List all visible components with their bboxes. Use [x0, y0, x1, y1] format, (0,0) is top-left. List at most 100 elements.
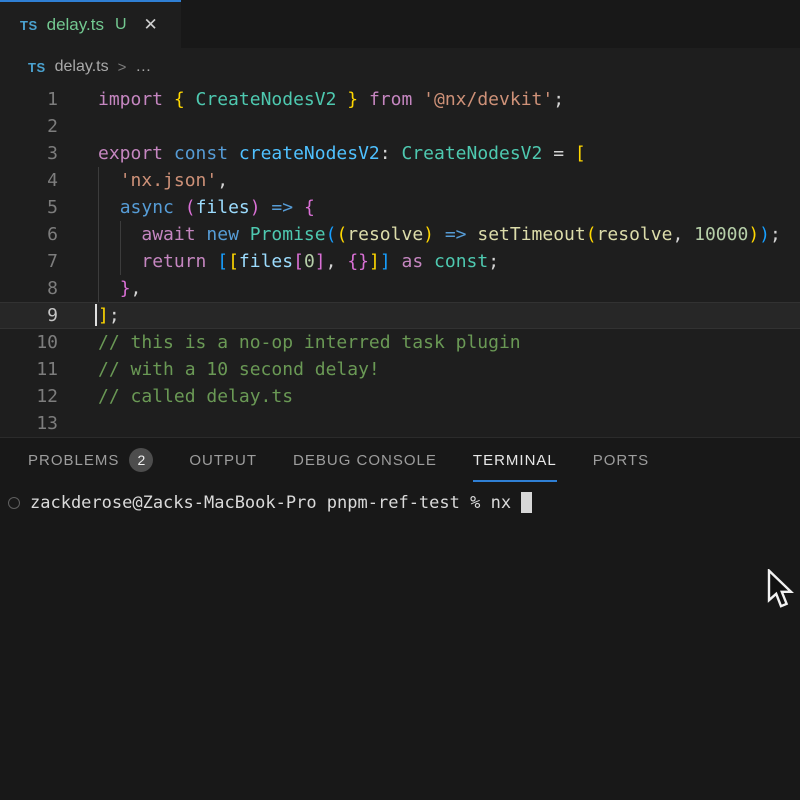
chevron-right-icon: > [118, 59, 127, 76]
code-token: 'nx.json' [120, 170, 218, 191]
line-content: 'nx.json', [98, 167, 800, 194]
code-token: [ [217, 251, 228, 272]
code-line[interactable]: 1 import { CreateNodesV2 } from '@nx/devk… [0, 86, 800, 113]
editor[interactable]: 1 import { CreateNodesV2 } from '@nx/devk… [0, 86, 800, 437]
panel-tab-bar: PROBLEMS 2 OUTPUT DEBUG CONSOLE TERMINAL PORT… [0, 438, 800, 482]
breadcrumb: TS delay.ts > … [0, 48, 800, 86]
code-token: [ [228, 251, 239, 272]
code-token: , [326, 251, 348, 272]
panel-tab-label: DEBUG CONSOLE [293, 452, 437, 469]
panel: PROBLEMS 2 OUTPUT DEBUG CONSOLE TERMINAL PORT… [0, 437, 800, 800]
code-token: ) [759, 224, 770, 245]
code-token: '@nx/devkit' [423, 89, 553, 110]
line-content [98, 113, 800, 140]
line-content: // with a 10 second delay! [98, 356, 800, 383]
code-token: } [336, 89, 358, 110]
code-token: ; [770, 224, 781, 245]
code-token: { [174, 89, 196, 110]
line-content: // this is a no-op interred task plugin [98, 329, 800, 356]
line-number: 11 [0, 356, 58, 383]
code-line[interactable]: 6 await new Promise((resolve) => setTime… [0, 221, 800, 248]
code-token: return [141, 251, 217, 272]
line-content: await new Promise((resolve) => setTimeou… [98, 221, 800, 248]
typescript-file-icon: TS [28, 60, 46, 75]
code-line[interactable]: 7 return [[files[0], {}]] as const; [0, 248, 800, 275]
panel-tab-label: OUTPUT [189, 452, 257, 469]
code-token: {} [347, 251, 369, 272]
panel-tab-terminal[interactable]: TERMINAL [473, 438, 557, 482]
code-line[interactable]: 2 [0, 113, 800, 140]
code-line[interactable]: 12// called delay.ts [0, 383, 800, 410]
code-token: , [131, 278, 142, 299]
code-token: } [120, 278, 131, 299]
code-line[interactable]: 4 'nx.json', [0, 167, 800, 194]
code-token: const [174, 143, 239, 164]
code-line[interactable]: 13 [0, 410, 800, 437]
code-token: ( [336, 224, 347, 245]
code-token: : [380, 143, 402, 164]
panel-tab-debug-console[interactable]: DEBUG CONSOLE [293, 438, 437, 482]
editor-tab-bar: TS delay.ts U ✕ [0, 0, 800, 48]
indent-guide [98, 221, 99, 248]
code-token: { [304, 197, 315, 218]
code-token: => [434, 224, 477, 245]
line-content [98, 410, 800, 437]
code-token: Promise [250, 224, 326, 245]
code-line[interactable]: 10 // this is a no-op interred task plugi… [0, 329, 800, 356]
panel-tab-label: PROBLEMS [28, 452, 119, 469]
code-token: , [672, 224, 694, 245]
panel-tab-ports[interactable]: PORTS [593, 438, 649, 482]
panel-tab-label: TERMINAL [473, 452, 557, 469]
code-token [98, 197, 120, 218]
code-line[interactable]: 3 export const createNodesV2: CreateNodes… [0, 140, 800, 167]
close-icon[interactable]: ✕ [144, 15, 158, 35]
code-token: resolve [597, 224, 673, 245]
line-number: 3 [0, 140, 58, 167]
code-token: 0 [304, 251, 315, 272]
indent-guide [120, 221, 121, 248]
line-content: async (files) => { [98, 194, 800, 221]
editor-cursor [95, 304, 97, 326]
code-token: await [141, 224, 206, 245]
panel-tab-label: PORTS [593, 452, 649, 469]
tab-title: delay.ts [47, 15, 104, 35]
code-token: import [98, 89, 174, 110]
code-token: [ [293, 251, 304, 272]
indent-guide [98, 167, 99, 194]
breadcrumb-file[interactable]: delay.ts [55, 58, 109, 76]
code-token: ] [380, 251, 391, 272]
code-token: CreateNodesV2 [401, 143, 542, 164]
line-number: 6 [0, 221, 58, 248]
line-number: 1 [0, 86, 58, 113]
code-token: // with a 10 second delay! [98, 359, 380, 380]
panel-tab-problems[interactable]: PROBLEMS 2 [28, 438, 153, 482]
breadcrumb-symbol[interactable]: … [135, 58, 152, 76]
code-token: ( [185, 197, 196, 218]
code-line[interactable]: 9]; [0, 302, 800, 329]
line-number: 5 [0, 194, 58, 221]
terminal[interactable]: zackderose@Zacks-MacBook-Pro pnpm-ref-te… [0, 482, 800, 513]
line-content: export const createNodesV2: CreateNodesV… [98, 140, 800, 167]
line-content: import { CreateNodesV2 } from '@nx/devki… [98, 86, 800, 113]
tab-delay-ts[interactable]: TS delay.ts U ✕ [0, 0, 181, 48]
code-token: as [391, 251, 434, 272]
code-line[interactable]: 8 }, [0, 275, 800, 302]
code-token: , [217, 170, 228, 191]
problems-count-badge: 2 [129, 448, 153, 472]
code-token: ; [109, 305, 120, 326]
line-content: return [[files[0], {}]] as const; [98, 248, 800, 275]
git-status-badge: U [115, 16, 127, 34]
code-token: createNodesV2 [239, 143, 380, 164]
indent-guide [98, 275, 99, 302]
code-token: ; [553, 89, 564, 110]
code-line[interactable]: 11 // with a 10 second delay! [0, 356, 800, 383]
code-line[interactable]: 5 async (files) => { [0, 194, 800, 221]
code-token: export [98, 143, 174, 164]
indent-guide [120, 248, 121, 275]
code-token: => [261, 197, 304, 218]
code-token: setTimeout [477, 224, 585, 245]
typescript-file-icon: TS [20, 18, 38, 33]
code-token: 10000 [694, 224, 748, 245]
line-number: 10 [0, 329, 58, 356]
panel-tab-output[interactable]: OUTPUT [189, 438, 257, 482]
